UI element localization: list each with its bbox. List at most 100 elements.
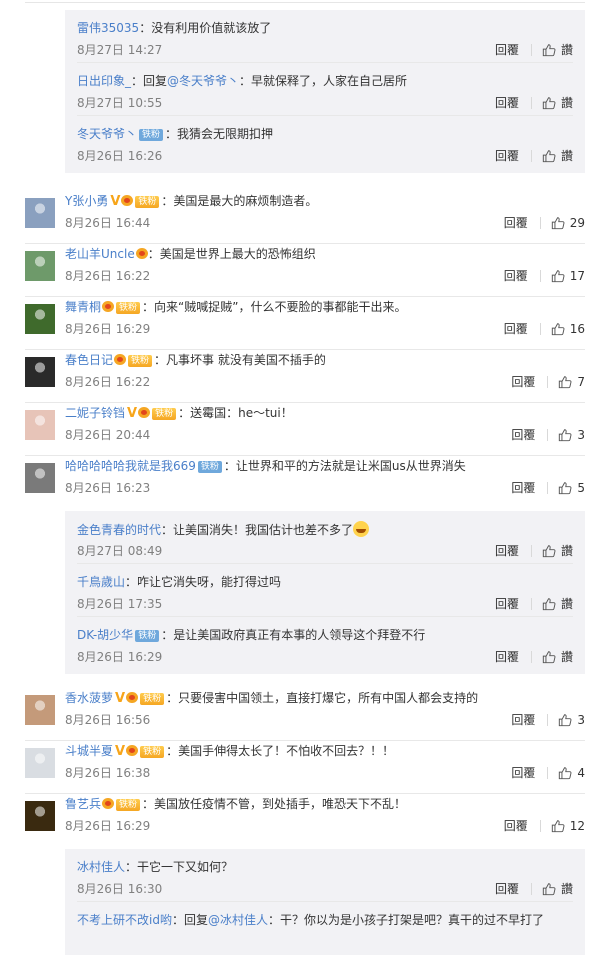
like-button[interactable]: 5 [558, 480, 585, 496]
like-button[interactable]: 12 [551, 818, 585, 834]
user-name-link[interactable]: Y张小勇 [65, 194, 108, 208]
reply-button[interactable]: 回覆 [504, 321, 528, 337]
thumbs-up-icon [542, 883, 556, 896]
fan-badge: 铁粉 [139, 129, 164, 141]
user-name-link[interactable]: 雷伟35035 [77, 21, 139, 35]
mention-link[interactable]: @冰村佳人 [208, 913, 268, 927]
like-button[interactable]: 29 [551, 215, 585, 231]
reply-button[interactable]: 回覆 [504, 818, 528, 834]
thumbs-up-icon [542, 44, 556, 57]
user-name-link[interactable]: 冬天爷爷丶 [77, 127, 137, 141]
like-button[interactable]: 4 [558, 765, 585, 781]
user-name-link[interactable]: 舞青桐 [65, 300, 101, 314]
like-button[interactable]: 3 [558, 712, 585, 728]
like-button[interactable]: 讚 [542, 881, 573, 897]
comment-text-line: 斗城半夏 V 铁粉 ：美国手伸得太长了！不怕收不回去？！！ [65, 743, 394, 760]
thumbs-up-icon [559, 429, 572, 442]
user-name-link[interactable]: 冰村佳人 [77, 860, 125, 874]
comment-text: ：回复 [131, 74, 168, 88]
user-name-link[interactable]: 二妮子铃铛 [65, 406, 125, 420]
like-button[interactable]: 讚 [542, 543, 573, 559]
user-avatar[interactable] [25, 695, 55, 725]
like-button[interactable]: 7 [558, 374, 585, 390]
comment-actions: 回覆 16 [504, 321, 585, 337]
user-avatar[interactable] [25, 251, 55, 281]
comment-actions: 回覆 17 [504, 268, 585, 284]
action-separator [539, 217, 541, 229]
reply-button[interactable]: 回覆 [495, 881, 519, 897]
like-button[interactable]: 讚 [542, 148, 573, 164]
like-button[interactable]: 17 [551, 268, 585, 284]
reply-button[interactable]: 回覆 [495, 42, 519, 58]
comment-text: ：美国是世界上最大的恐怖组织 [147, 247, 316, 261]
action-separator [530, 651, 532, 663]
verified-v-icon: V [115, 744, 126, 759]
user-name-link[interactable]: 香水菠萝 [65, 691, 113, 705]
reply-button[interactable]: 回覆 [511, 712, 535, 728]
reply-button[interactable]: 回覆 [504, 215, 528, 231]
comment-text-line: 哈哈哈哈哈我就是我669 铁粉 ：让世界和平的方法就是让米国us从世界消失 [65, 458, 466, 474]
fan-badge: 铁粉 [116, 302, 141, 314]
user-avatar[interactable] [25, 463, 55, 493]
comment-text-line: 日出印象_：回复@冬天爷爷丶：早就保释了，人家在自己居所 [77, 73, 407, 89]
comment-text: ：我猜会无限期扣押 [165, 127, 274, 141]
like-button[interactable]: 讚 [542, 95, 573, 111]
thumbs-up-icon [542, 150, 556, 163]
user-name-link[interactable]: DK-胡少华 [77, 628, 133, 642]
like-button[interactable]: 3 [558, 427, 585, 443]
reply-button[interactable]: 回覆 [495, 649, 519, 665]
user-name-link[interactable]: 千鳥歲山 [77, 575, 125, 589]
comment-text: ：干它一下又如何？ [125, 860, 234, 874]
thumbs-up-icon [559, 482, 572, 495]
reply-button[interactable]: 回覆 [511, 765, 535, 781]
user-name-link[interactable]: 金色青春的时代 [77, 523, 161, 537]
action-separator [530, 598, 532, 610]
action-separator [539, 270, 541, 282]
like-button[interactable]: 讚 [542, 42, 573, 58]
like-button[interactable]: 16 [551, 321, 585, 337]
user-avatar[interactable] [25, 198, 55, 228]
reply-button[interactable]: 回覆 [495, 543, 519, 559]
comment-text-line: 舞青桐 铁粉 ：向来“贼喊捉贼”，什么不要脸的事都能干出来。 [65, 299, 406, 315]
comment-time: 8月27日 10:55 [77, 96, 163, 110]
reply-button[interactable]: 回覆 [511, 374, 535, 390]
fan-badge: 铁粉 [140, 746, 165, 758]
comment-time: 8月26日 16:29 [65, 819, 151, 833]
fan-badge: 铁粉 [152, 408, 177, 420]
comment-text-line: 冰村佳人：干它一下又如何？ [77, 859, 233, 875]
comment-text-cont: ：干？你以为是小孩子打架是吧？真干的过不早打了 [267, 913, 544, 927]
reply-button[interactable]: 回覆 [495, 95, 519, 111]
comment-text-line: 二妮子铃铛 V 铁粉 ：送霉国：he～tui！ [65, 405, 293, 422]
comment-text-line: 冬天爷爷丶 铁粉 ：我猜会无限期扣押 [77, 126, 273, 142]
reply-button[interactable]: 回覆 [495, 148, 519, 164]
mention-link[interactable]: @冬天爷爷丶 [167, 74, 239, 88]
reply-button[interactable]: 回覆 [511, 480, 535, 496]
reply-button[interactable]: 回覆 [504, 268, 528, 284]
user-name-link[interactable]: 不考上研不改id哟 [77, 913, 172, 927]
reply-button[interactable]: 回覆 [495, 596, 519, 612]
user-avatar[interactable] [25, 410, 55, 440]
user-name-link[interactable]: 春色日记 [65, 353, 113, 367]
action-separator [530, 150, 532, 162]
comment-text: ：让世界和平的方法就是让米国us从世界消失 [223, 459, 466, 473]
user-name-link[interactable]: 老山羊Uncle [65, 247, 135, 261]
user-name-link[interactable]: 斗城半夏 [65, 744, 113, 758]
comment-item: 舞青桐 铁粉 ：向来“贼喊捉贼”，什么不要脸的事都能干出来。 8月26日 16:29 回… [0, 297, 611, 350]
user-avatar[interactable] [25, 748, 55, 778]
like-button[interactable]: 讚 [542, 649, 573, 665]
like-count: 3 [577, 428, 585, 442]
thumbs-up-icon [559, 376, 572, 389]
reply-button[interactable]: 回覆 [511, 427, 535, 443]
action-separator [547, 714, 549, 726]
like-button[interactable]: 讚 [542, 596, 573, 612]
user-avatar[interactable] [25, 357, 55, 387]
user-name-link[interactable]: 鲁艺兵 [65, 797, 101, 811]
fan-badge: 铁粉 [135, 196, 160, 208]
user-name-link[interactable]: 哈哈哈哈哈我就是我669 [65, 459, 196, 473]
user-name-link[interactable]: 日出印象_ [77, 74, 131, 88]
thumbs-up-icon [551, 217, 565, 230]
comment-text: ：让美国消失！我国估计也差不多了 [161, 523, 354, 537]
user-avatar[interactable] [25, 801, 55, 831]
like-label: 讚 [560, 882, 573, 896]
user-avatar[interactable] [25, 304, 55, 334]
